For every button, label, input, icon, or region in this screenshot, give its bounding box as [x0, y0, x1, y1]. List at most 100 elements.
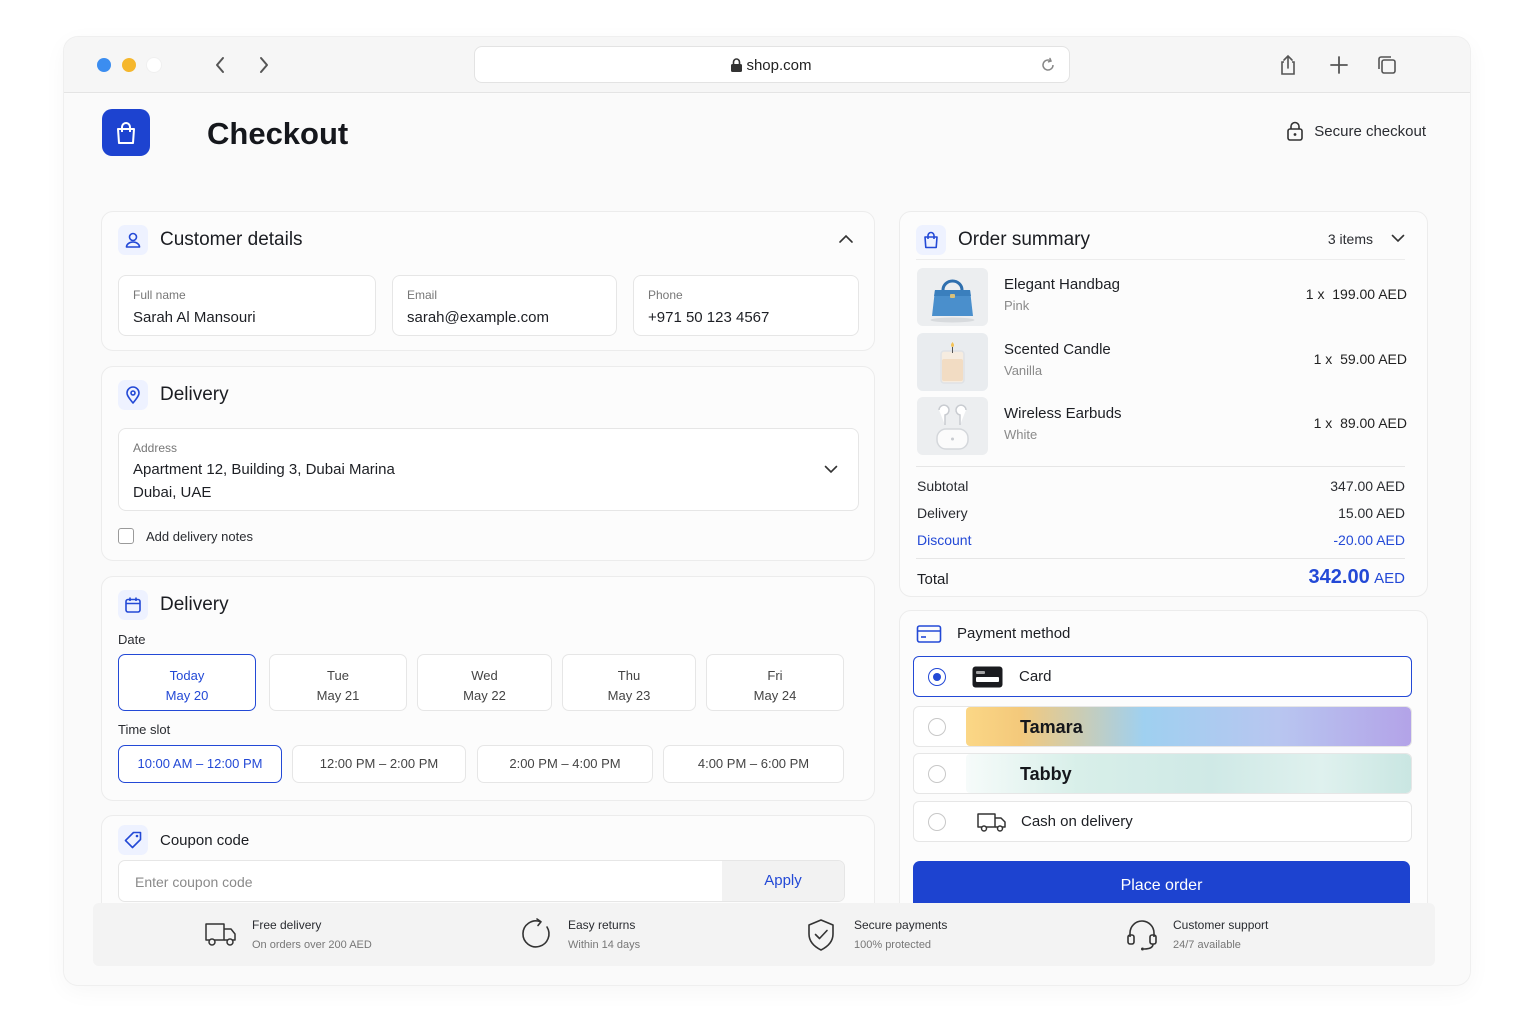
- full-name-field[interactable]: Full name Sarah Al Mansouri: [118, 275, 376, 336]
- date-option-fri[interactable]: Fri May 24: [706, 654, 844, 711]
- payment-radio[interactable]: [928, 668, 946, 686]
- address-select[interactable]: Address Apartment 12, Building 3, Dubai …: [118, 428, 859, 511]
- delivery-schedule-header: Delivery: [118, 590, 229, 620]
- calendar-icon: [118, 590, 148, 620]
- order-item-price: 1 x 89.00 AED: [1313, 415, 1407, 431]
- date-option-day: Fri: [767, 668, 783, 683]
- payment-option-tamara[interactable]: Tamara: [913, 706, 1412, 747]
- date-option-thu[interactable]: Thu May 23: [562, 654, 696, 711]
- subtotal-row: Subtotal 347.00 AED: [917, 478, 1405, 494]
- feature-subtitle: 100% protected: [854, 939, 932, 951]
- delivery-address-title: Delivery: [160, 384, 229, 405]
- delivery-fee-value: 15.00 AED: [1338, 505, 1405, 521]
- feature-subtitle: Within 14 days: [568, 939, 641, 951]
- date-option-tue[interactable]: Tue May 21: [269, 654, 407, 711]
- phone-value: +971 50 123 4567: [648, 309, 770, 326]
- time-slot-option[interactable]: 10:00 AM – 12:00 PM: [118, 745, 282, 783]
- date-option-today[interactable]: Today May 20: [118, 654, 256, 711]
- payment-option-card[interactable]: Card: [913, 656, 1412, 697]
- date-label: Date: [118, 632, 146, 647]
- returns-icon: [522, 918, 550, 948]
- payment-method-title: Payment method: [957, 625, 1071, 642]
- back-button[interactable]: [208, 53, 232, 77]
- subtotal-label: Subtotal: [917, 478, 969, 494]
- payment-radio[interactable]: [928, 813, 946, 831]
- candle-thumbnail: [917, 333, 988, 391]
- time-slot-option[interactable]: 4:00 PM – 6:00 PM: [663, 745, 844, 783]
- payment-radio[interactable]: [928, 765, 946, 783]
- time-slot-option[interactable]: 2:00 PM – 4:00 PM: [477, 745, 653, 783]
- headset-icon: [1127, 920, 1157, 951]
- order-summary-card: Order summary 3 items Elegant Handbag Pi…: [899, 211, 1428, 597]
- feature-subtitle: 24/7 available: [1173, 939, 1241, 951]
- forward-button[interactable]: [252, 53, 276, 77]
- share-icon[interactable]: [1276, 53, 1300, 77]
- customer-details-header[interactable]: Customer details: [118, 225, 303, 255]
- order-item-name: Elegant Handbag: [1004, 276, 1120, 293]
- date-option-day: Wed: [471, 668, 498, 683]
- items-count[interactable]: 3 items: [1328, 231, 1373, 247]
- feature-title: Secure payments: [854, 918, 948, 932]
- order-item-variant: Pink: [1004, 298, 1030, 313]
- chevron-up-icon[interactable]: [838, 234, 854, 244]
- delivery-notes-label[interactable]: Add delivery notes: [146, 529, 253, 544]
- phone-field[interactable]: Phone +971 50 123 4567: [633, 275, 859, 336]
- total-label: Total: [917, 571, 949, 588]
- delivery-fee-row: Delivery 15.00 AED: [917, 505, 1405, 521]
- secure-checkout-badge: Secure checkout: [1286, 121, 1426, 141]
- reload-icon[interactable]: [1040, 57, 1056, 73]
- chevron-left-icon: [216, 57, 224, 73]
- coupon-card: Coupon code Enter coupon code Apply: [101, 815, 875, 917]
- time-slot-label: Time slot: [118, 722, 171, 737]
- order-item-variant: White: [1004, 427, 1038, 442]
- new-tab-icon[interactable]: [1327, 53, 1351, 77]
- coupon-input[interactable]: Enter coupon code: [135, 874, 253, 890]
- chevron-down-icon[interactable]: [1391, 234, 1405, 243]
- delivery-schedule-card: Delivery Date Today May 20 Tue May 21 We…: [101, 576, 875, 801]
- delivery-notes-checkbox[interactable]: [118, 528, 134, 544]
- feature-title: Easy returns: [568, 918, 636, 932]
- payment-radio[interactable]: [928, 718, 946, 736]
- handbag-thumbnail: [917, 268, 988, 326]
- apply-coupon-button[interactable]: Apply: [722, 861, 844, 901]
- card-icon: [972, 666, 1003, 688]
- checkout-page: Checkout Secure checkout Customer detail…: [64, 94, 1470, 985]
- discount-value: -20.00 AED: [1333, 532, 1405, 548]
- earbuds-thumbnail: [917, 397, 988, 455]
- payment-option-cash[interactable]: Cash on delivery: [913, 801, 1412, 842]
- order-summary-header[interactable]: Order summary: [916, 225, 1090, 255]
- window-minimize-button[interactable]: [122, 58, 136, 72]
- tabs-overview-icon[interactable]: [1375, 53, 1399, 77]
- email-value: sarah@example.com: [407, 309, 549, 326]
- date-option-wed[interactable]: Wed May 22: [417, 654, 552, 711]
- time-slot-option[interactable]: 12:00 PM – 2:00 PM: [292, 745, 466, 783]
- total-currency: AED: [1374, 570, 1405, 587]
- feature-subtitle: On orders over 200 AED: [252, 939, 372, 951]
- location-pin-icon: [118, 380, 148, 410]
- shield-icon: [808, 919, 834, 951]
- feature-title: Free delivery: [252, 918, 322, 932]
- date-option-date: May 24: [753, 688, 797, 703]
- delivery-address-header: Delivery: [118, 380, 229, 410]
- payment-option-tabby[interactable]: Tabby: [913, 753, 1412, 794]
- address-line1: Apartment 12, Building 3, Dubai Marina: [133, 461, 395, 478]
- shop-logo[interactable]: [102, 109, 150, 156]
- phone-label: Phone: [648, 288, 683, 302]
- delivery-address-card: Delivery Address Apartment 12, Building …: [101, 366, 875, 561]
- payment-option-label: Card: [1019, 668, 1052, 685]
- truck-icon: [205, 923, 236, 946]
- delivery-fee-label: Delivery: [917, 505, 968, 521]
- feature-title: Customer support: [1173, 918, 1269, 932]
- order-summary-title: Order summary: [958, 229, 1090, 250]
- window-close-button[interactable]: [97, 58, 111, 72]
- window-maximize-button[interactable]: [147, 58, 161, 72]
- full-name-label: Full name: [133, 288, 186, 302]
- order-item-name: Wireless Earbuds: [1004, 405, 1122, 422]
- coupon-input-group: Enter coupon code Apply: [118, 860, 845, 902]
- full-name-value: Sarah Al Mansouri: [133, 309, 256, 326]
- email-field[interactable]: Email sarah@example.com: [392, 275, 617, 336]
- address-bar[interactable]: shop.com: [474, 46, 1070, 83]
- date-option-date: May 23: [607, 688, 651, 703]
- date-option-day: Thu: [617, 668, 641, 683]
- padlock-icon: [1287, 121, 1304, 141]
